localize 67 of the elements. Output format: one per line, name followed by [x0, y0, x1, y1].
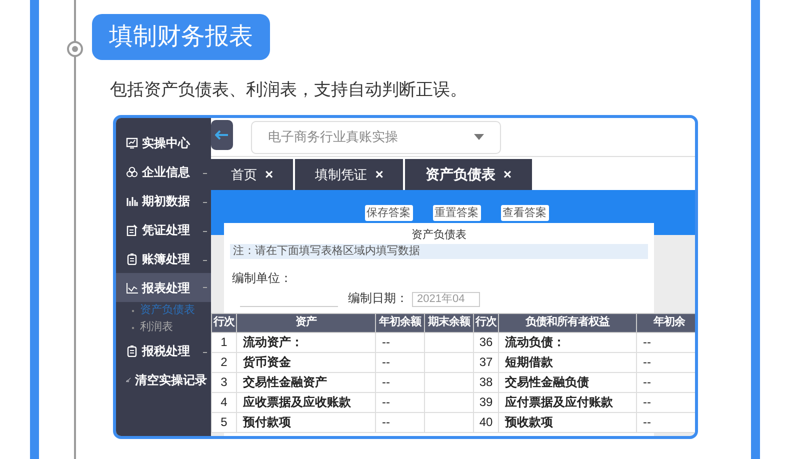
circles-icon	[126, 166, 138, 178]
clipboard-icon	[126, 344, 138, 356]
table-cell: 1	[212, 332, 236, 352]
answer-button[interactable]: 保存答案	[364, 204, 412, 220]
answer-button[interactable]: 查看答案	[500, 204, 548, 220]
close-icon[interactable]: ×	[265, 164, 274, 185]
note-text: 注：请在下面填写表格区域内填写数据	[230, 244, 648, 258]
table-cell: 37	[474, 352, 498, 372]
sidebar-item[interactable]: 企业信息	[116, 157, 211, 186]
line-chart-icon	[126, 282, 138, 294]
submenu-item[interactable]: 利润表	[116, 319, 211, 336]
caret-icon	[474, 134, 484, 140]
table-cell: 2	[212, 352, 236, 372]
column-header: 行次	[474, 313, 498, 332]
table-cell: 38	[474, 372, 498, 392]
table-cell: 4	[212, 392, 236, 412]
table-cell: 3	[212, 372, 236, 392]
table-cell: 36	[474, 332, 498, 352]
column-header: 年初余	[636, 313, 695, 332]
sidebar-item[interactable]: 账簿处理	[116, 244, 211, 273]
section-heading: 填制财务报表	[92, 14, 270, 60]
sidebar-item[interactable]: 实操中心	[116, 128, 211, 157]
sidebar-item[interactable]: 清空实操记录	[116, 365, 211, 394]
table-cell[interactable]: --	[376, 392, 424, 412]
answer-button[interactable]: 重置答案	[432, 204, 480, 220]
table-cell: 5	[212, 412, 236, 432]
column-header: 资产	[236, 313, 376, 332]
table-cell: 预付款项	[236, 412, 376, 432]
table-cell[interactable]: --	[376, 352, 424, 372]
clipboard-icon	[126, 252, 138, 264]
monitor-icon	[126, 136, 138, 148]
table-cell: 39	[474, 392, 498, 412]
table-cell[interactable]: --	[376, 412, 424, 432]
collapse-button[interactable]	[211, 120, 233, 150]
document-icon	[126, 224, 138, 236]
table-cell: 预收款项	[498, 412, 636, 432]
sidebar-item[interactable]: 报税处理	[116, 336, 211, 365]
table-cell: 应收票据及应收账款	[236, 392, 376, 412]
tab[interactable]: 资产负债表 ×	[405, 159, 532, 190]
close-icon[interactable]: ×	[503, 164, 512, 185]
company-select[interactable]: 电子商务行业真账实操	[251, 120, 501, 154]
tab[interactable]: 填制凭证 ×	[295, 159, 404, 190]
column-header: 负债和所有者权益	[498, 313, 636, 332]
bar-chart-icon	[126, 194, 138, 206]
date-label: 编制日期：	[348, 290, 408, 306]
table-cell: 交易性金融资产	[236, 372, 376, 392]
table-cell: 应付票据及应付账款	[498, 392, 636, 412]
unit-label: 编制单位：	[231, 270, 293, 286]
table-cell: 流动资产：	[236, 332, 376, 352]
table-cell: 短期借款	[498, 352, 636, 372]
table-cell: 货币资金	[236, 352, 376, 372]
table-cell: 40	[474, 412, 498, 432]
table-cell: 交易性金融负债	[498, 372, 636, 392]
arrow-left-icon	[215, 130, 229, 140]
description-text: 包括资产负债表、利润表，支持自动判断正误。	[110, 79, 467, 101]
table-cell[interactable]: --	[376, 332, 424, 352]
close-icon[interactable]: ×	[375, 164, 384, 185]
sidebar-item[interactable]: 报表处理	[116, 273, 211, 302]
form-title: 资产负债表	[410, 228, 468, 243]
column-header: 年初余额	[376, 313, 424, 332]
sidebar-item[interactable]: 凭证处理	[116, 215, 211, 244]
sidebar-item[interactable]: 期初数据	[116, 186, 211, 215]
table-cell[interactable]: --	[376, 372, 424, 392]
column-header: 行次	[212, 313, 236, 332]
tab[interactable]: 首页 ×	[211, 159, 294, 190]
column-header: 期末余额	[424, 313, 474, 332]
table-cell: 流动负债：	[498, 332, 636, 352]
